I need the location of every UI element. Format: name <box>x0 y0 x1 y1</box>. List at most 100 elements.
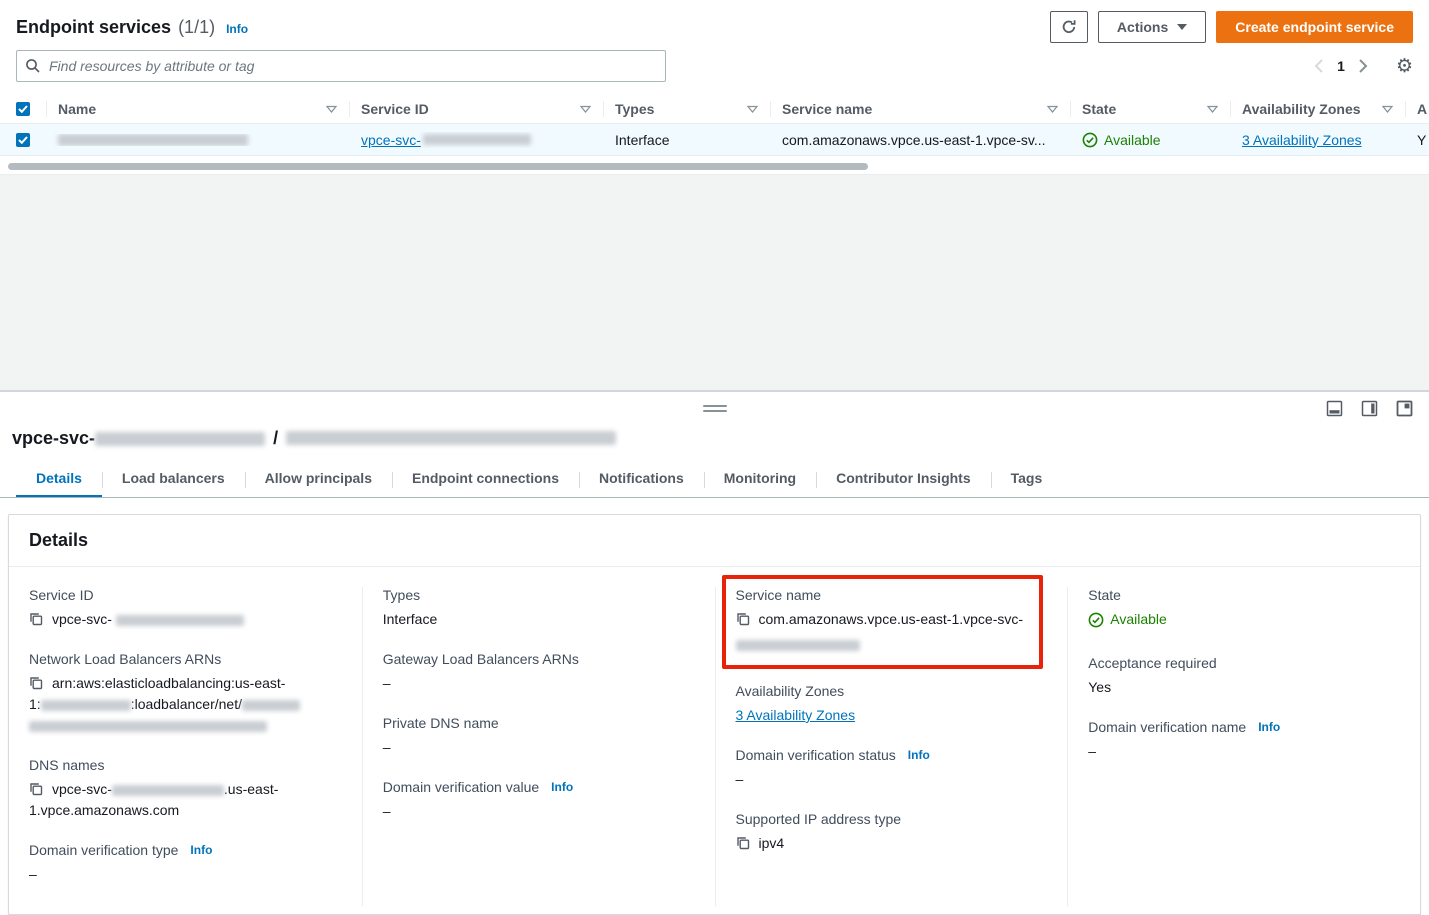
info-link[interactable]: Info <box>551 780 573 794</box>
filter-caret-icon[interactable] <box>747 105 758 113</box>
service-id-link[interactable]: vpce-svc- <box>361 132 531 148</box>
field-service-id: Service ID vpce-svc- <box>29 587 342 630</box>
horizontal-scrollbar[interactable] <box>8 161 1421 171</box>
field-acceptance-required: Acceptance required Yes <box>1088 655 1400 698</box>
tab-allow-principals[interactable]: Allow principals <box>245 462 392 497</box>
field-dns-names: DNS names vpce-svc-.us-east- 1.vpce.amaz… <box>29 757 342 821</box>
cell-cut: Y <box>1405 132 1429 148</box>
tab-notifications[interactable]: Notifications <box>579 462 704 497</box>
copy-icon[interactable] <box>29 612 43 626</box>
availability-zones-link[interactable]: 3 Availability Zones <box>1242 132 1362 148</box>
tab-tags[interactable]: Tags <box>991 462 1063 497</box>
copy-icon[interactable] <box>29 676 43 690</box>
redacted-lb-id <box>29 721 267 732</box>
redacted-title-name <box>286 431 616 445</box>
availability-zones-link[interactable]: 3 Availability Zones <box>736 705 856 726</box>
info-link[interactable]: Info <box>1258 720 1280 734</box>
field-availability-zones: Availability Zones 3 Availability Zones <box>736 683 1048 726</box>
resource-count: (1/1) <box>178 17 215 38</box>
filter-caret-icon[interactable] <box>1047 105 1058 113</box>
copy-icon[interactable] <box>736 836 750 850</box>
create-endpoint-service-button[interactable]: Create endpoint service <box>1216 11 1413 43</box>
cell-service-id: vpce-svc- <box>349 132 603 148</box>
field-domain-verification-type: Domain verification typeInfo – <box>29 842 342 885</box>
tab-contributor-insights[interactable]: Contributor Insights <box>816 462 991 497</box>
page-header: Endpoint services (1/1) Info Actions Cre… <box>0 10 1429 44</box>
split-panel-header-bar <box>0 392 1429 424</box>
tab-details[interactable]: Details <box>16 462 102 497</box>
search-input[interactable] <box>16 50 666 82</box>
redacted-service-id-value <box>116 615 244 626</box>
details-body: Service ID vpce-svc- Network Load Balanc… <box>9 567 1420 914</box>
scrollbar-thumb[interactable] <box>8 163 868 170</box>
page-title: Endpoint services <box>16 17 171 38</box>
filter-caret-icon[interactable] <box>326 105 337 113</box>
info-link[interactable]: Info <box>190 843 212 857</box>
field-domain-verification-status: Domain verification statusInfo – <box>736 747 1048 790</box>
state-text: Available <box>1104 132 1161 148</box>
content-background <box>0 174 1429 390</box>
page-info-link[interactable]: Info <box>226 22 248 36</box>
chevron-right-icon[interactable] <box>1359 59 1368 73</box>
endpoint-service-row[interactable]: vpce-svc- Interface com.amazonaws.vpce.u… <box>0 124 1429 156</box>
caret-down-icon <box>1177 24 1187 30</box>
redacted-account-id <box>41 700 131 711</box>
redacted-service-name <box>736 640 860 651</box>
endpoint-services-table: Name Service ID Types Service name State <box>0 94 1429 171</box>
chevron-left-icon[interactable] <box>1314 59 1323 73</box>
copy-icon[interactable] <box>736 612 750 626</box>
field-domain-verification-value: Domain verification valueInfo – <box>383 779 695 822</box>
copy-icon[interactable] <box>29 782 43 796</box>
column-header-service-name[interactable]: Service name <box>770 94 1070 123</box>
refresh-button[interactable] <box>1050 11 1088 43</box>
field-service-name: Service name com.amazonaws.vpce.us-east-… <box>736 587 1030 655</box>
field-types: Types Interface <box>383 587 695 630</box>
title-separator: / <box>273 428 278 449</box>
cell-availability-zones: 3 Availability Zones <box>1230 132 1405 148</box>
cell-name <box>46 134 349 146</box>
cell-types: Interface <box>603 132 770 148</box>
column-header-service-id[interactable]: Service ID <box>349 94 603 123</box>
details-card: Details Service ID vpce-svc- Network Loa… <box>8 514 1421 915</box>
info-link[interactable]: Info <box>908 748 930 762</box>
filter-caret-icon[interactable] <box>580 105 591 113</box>
column-header-types[interactable]: Types <box>603 94 770 123</box>
cell-service-name: com.amazonaws.vpce.us-east-1.vpce-sv... <box>770 132 1070 148</box>
column-header-name[interactable]: Name <box>46 94 349 123</box>
filter-and-pagination-row: 1 ⚙ <box>0 50 1429 82</box>
select-all-checkbox[interactable] <box>16 102 30 116</box>
split-panel-drag-handle[interactable] <box>703 405 727 412</box>
tab-endpoint-connections[interactable]: Endpoint connections <box>392 462 579 497</box>
header-actions: Actions Create endpoint service <box>1050 11 1413 43</box>
split-panel-title: vpce-svc- / <box>0 424 1429 452</box>
split-panel-expand-icon[interactable] <box>1396 400 1413 417</box>
details-column-1: Service ID vpce-svc- Network Load Balanc… <box>9 587 362 906</box>
gear-icon[interactable]: ⚙ <box>1396 57 1413 76</box>
field-nlb-arns: Network Load Balancers ARNs arn:aws:elas… <box>29 651 342 736</box>
redacted-lb-name <box>242 700 300 711</box>
check-circle-icon <box>1082 132 1098 148</box>
details-column-3: Service name com.amazonaws.vpce.us-east-… <box>715 587 1068 906</box>
filter-caret-icon[interactable] <box>1207 105 1218 113</box>
column-header-availability-zones[interactable]: Availability Zones <box>1230 94 1405 123</box>
current-page[interactable]: 1 <box>1335 58 1347 74</box>
actions-label: Actions <box>1117 19 1168 35</box>
check-circle-icon <box>1088 612 1104 628</box>
field-glb-arns: Gateway Load Balancers ARNs – <box>383 651 695 694</box>
pagination: 1 ⚙ <box>1314 57 1413 76</box>
tab-monitoring[interactable]: Monitoring <box>704 462 816 497</box>
field-private-dns-name: Private DNS name – <box>383 715 695 758</box>
cell-state: Available <box>1070 132 1230 148</box>
annotation-highlight-box: Service name com.amazonaws.vpce.us-east-… <box>722 575 1044 669</box>
column-header-cut: A <box>1405 94 1429 123</box>
filter-caret-icon[interactable] <box>1382 105 1393 113</box>
actions-dropdown-button[interactable]: Actions <box>1098 11 1206 43</box>
tab-load-balancers[interactable]: Load balancers <box>102 462 245 497</box>
row-checkbox[interactable] <box>16 133 30 147</box>
field-domain-verification-name: Domain verification nameInfo – <box>1088 719 1400 762</box>
column-header-state[interactable]: State <box>1070 94 1230 123</box>
endpoint-services-list-section: Endpoint services (1/1) Info Actions Cre… <box>0 0 1429 171</box>
details-column-4: State Available Acceptance required <box>1067 587 1420 906</box>
split-panel-side-icon[interactable] <box>1361 400 1378 417</box>
split-panel-bottom-icon[interactable] <box>1326 400 1343 417</box>
